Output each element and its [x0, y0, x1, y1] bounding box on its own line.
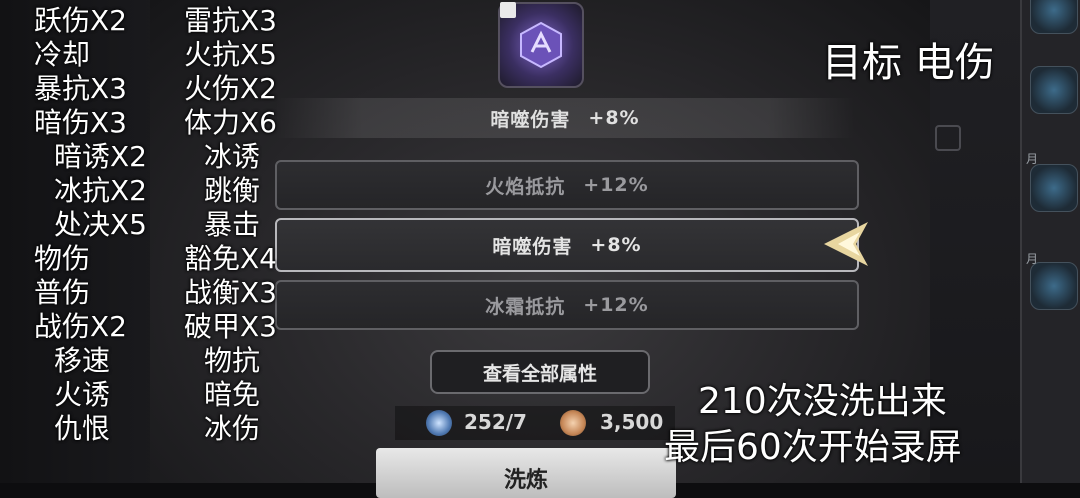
- overlay-list-col2: 雷抗X3 火抗X5 火伤X2 体力X6 冰诱 跳衡 暴击 豁免X4 战衡X3 破…: [184, 4, 277, 446]
- list-item: 暴抗X3: [34, 72, 127, 105]
- list-item: 普伤: [34, 276, 91, 309]
- stat-row-option[interactable]: 火焰抵抗 +12%: [275, 160, 859, 210]
- list-item: 雷抗X3: [184, 4, 277, 37]
- equipment-slot-4[interactable]: [1030, 262, 1078, 310]
- view-all-attributes-button[interactable]: 查看全部属性: [430, 350, 650, 394]
- overlay-list-col1: 跃伤X2 冷却 暴抗X3 暗伤X3 暗诱X2 冰抗X2 处决X5 物伤 普伤 战…: [34, 4, 147, 446]
- stat-name: 冰霜抵抗: [485, 295, 566, 318]
- coin-count: 3,500: [600, 410, 664, 434]
- stone-count: 252/7: [464, 410, 527, 434]
- list-item: 冰诱: [204, 140, 261, 173]
- list-item: 火抗X5: [184, 38, 277, 71]
- list-item: 暗免: [204, 378, 261, 411]
- stat-row-current: 暗噬伤害 +8%: [275, 98, 855, 138]
- frame-square-icon: [935, 125, 961, 151]
- list-item: 物抗: [204, 344, 261, 377]
- gold-coin-icon: [560, 410, 586, 436]
- list-item: 跳衡: [204, 174, 261, 207]
- stat-value: +8%: [588, 107, 640, 129]
- slot-tag: 月: [1026, 252, 1039, 266]
- list-item: 物伤: [34, 242, 91, 275]
- stat-name: 暗噬伤害: [492, 235, 573, 258]
- refine-button[interactable]: 洗炼: [376, 448, 676, 498]
- note-caption-line1: 210次没洗出来: [698, 381, 947, 422]
- list-item: 战衡X3: [184, 276, 277, 309]
- refine-stone-icon: [426, 410, 452, 436]
- list-item: 冰抗X2: [54, 174, 147, 207]
- equipment-slot-2[interactable]: [1030, 66, 1078, 114]
- stat-row-option[interactable]: 冰霜抵抗 +12%: [275, 280, 859, 330]
- list-item: 体力X6: [184, 106, 277, 139]
- list-item: 处决X5: [54, 208, 147, 241]
- stat-name: 火焰抵抗: [485, 175, 566, 198]
- rune-gem-icon: [520, 21, 562, 69]
- list-item: 战伤X2: [34, 310, 127, 343]
- stat-value: +12%: [583, 294, 649, 316]
- list-item: 火伤X2: [184, 72, 277, 105]
- target-caption: 目标 电伤: [822, 40, 995, 86]
- list-item: 暗诱X2: [54, 140, 147, 173]
- list-item: 火诱: [54, 378, 111, 411]
- list-item: 豁免X4: [184, 242, 277, 275]
- list-item: 冷却: [34, 38, 91, 71]
- selection-arrow-icon: [824, 222, 868, 266]
- list-item: 跃伤X2: [34, 4, 127, 37]
- note-caption-line2: 最后60次开始录屏: [664, 427, 962, 468]
- lock-icon[interactable]: [500, 2, 516, 18]
- list-item: 仇恨: [54, 412, 111, 445]
- list-item: 暗伤X3: [34, 106, 127, 139]
- list-item: 冰伤: [204, 412, 261, 445]
- list-item: 暴击: [204, 208, 261, 241]
- list-item: 移速: [54, 344, 111, 377]
- stat-value: +12%: [583, 174, 649, 196]
- stat-name: 暗噬伤害: [490, 108, 571, 131]
- stat-value: +8%: [590, 234, 642, 256]
- stat-row-option-selected[interactable]: 暗噬伤害 +8%: [275, 218, 859, 272]
- equipment-slot-3[interactable]: [1030, 164, 1078, 212]
- list-item: 破甲X3: [184, 310, 277, 343]
- equipment-slot-1[interactable]: [1030, 0, 1078, 34]
- slot-tag: 月: [1026, 152, 1039, 166]
